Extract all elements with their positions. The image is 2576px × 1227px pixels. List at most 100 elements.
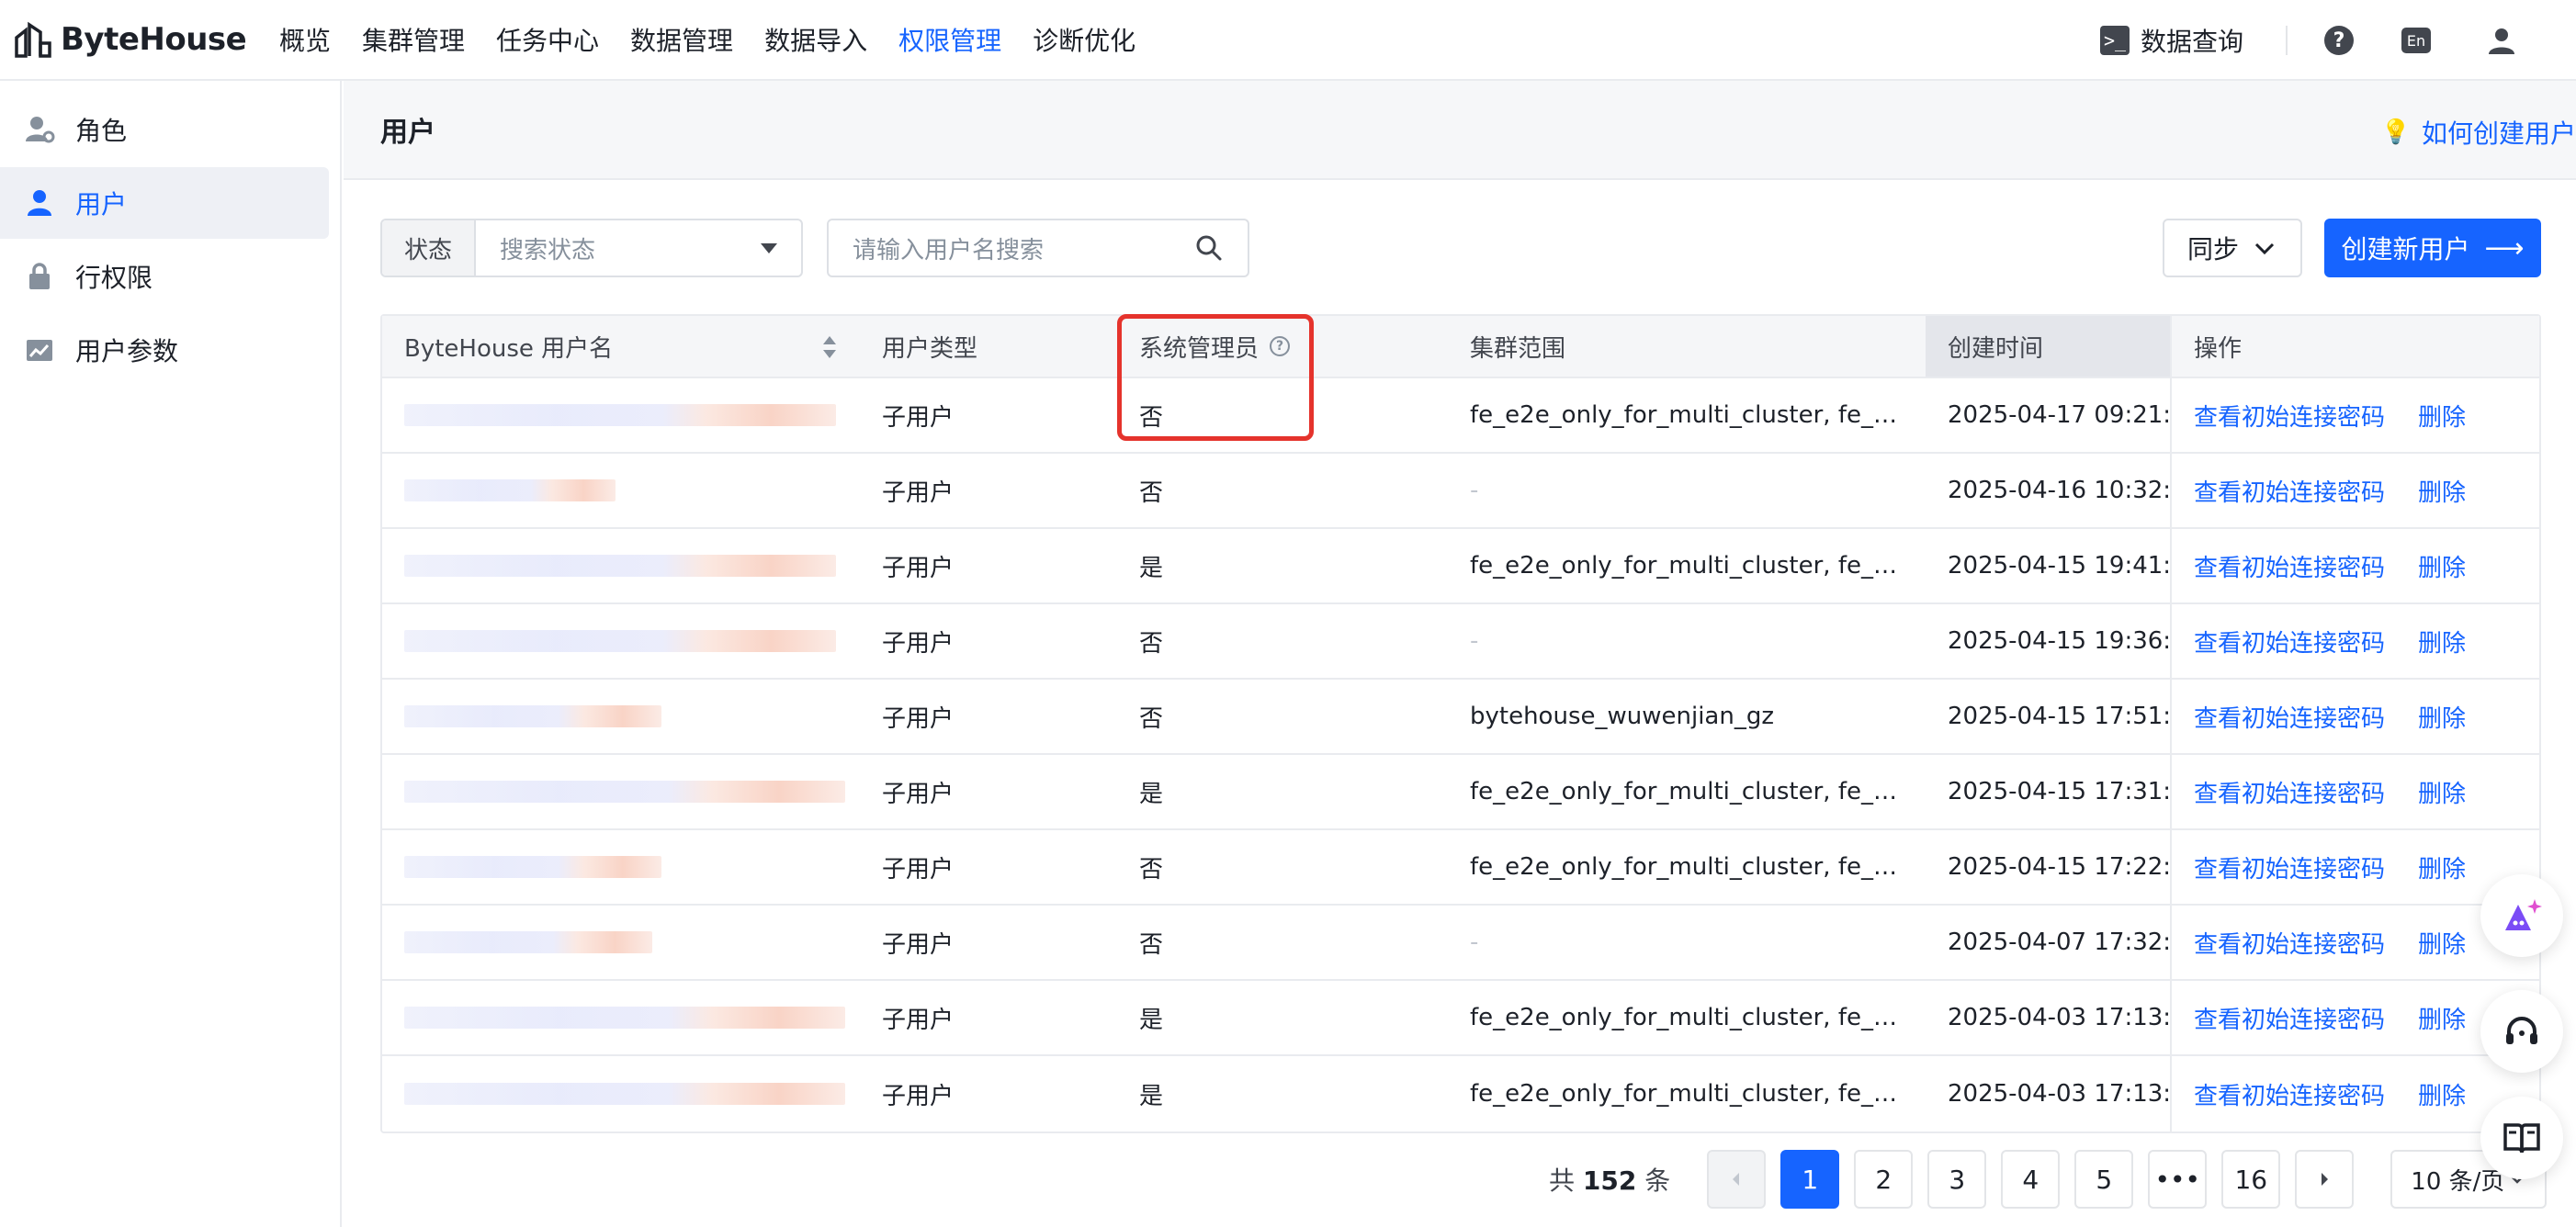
delete-user-link[interactable]: 删除: [2418, 399, 2466, 433]
username-cell[interactable]: [382, 830, 860, 904]
role-icon: [26, 117, 55, 143]
table-row: 子用户 是 fe_e2e_only_for_multi_cluster, fe_e2…: [382, 981, 2539, 1056]
view-initial-password-link[interactable]: 查看初始连接密码: [2194, 850, 2385, 884]
search-icon[interactable]: [1194, 233, 1224, 263]
created-time-cell: 2025-04-03 17:13:13: [1948, 1080, 2170, 1108]
delete-user-link[interactable]: 删除: [2418, 625, 2466, 659]
table-row: 子用户 否 bytehouse_wuwenjian_gz 2025-04-15 17:…: [382, 680, 2539, 755]
how-to-create-user-link[interactable]: 💡 如何创建用户: [2381, 114, 2576, 151]
create-user-label: 创建新用户: [2341, 234, 2470, 265]
nav-item[interactable]: 诊断优化: [1033, 21, 1135, 58]
sidebar-item-label: 用户: [75, 189, 128, 220]
sidebar-item-user-params[interactable]: 用户参数: [0, 314, 329, 386]
delete-user-link[interactable]: 删除: [2418, 926, 2466, 960]
page-button[interactable]: 2: [1854, 1150, 1914, 1209]
account-icon[interactable]: [2486, 25, 2517, 56]
page-size-label: 10 条/页: [2411, 1167, 2505, 1196]
username-cell[interactable]: [382, 604, 860, 678]
page-button[interactable]: 16: [2221, 1150, 2281, 1209]
system-admin-cell: 否: [1139, 629, 1164, 658]
username-cell[interactable]: [382, 529, 860, 602]
ai-assistant-button[interactable]: [2480, 874, 2563, 957]
page-button[interactable]: 4: [2001, 1150, 2061, 1209]
username-cell[interactable]: [382, 680, 860, 753]
nav-item[interactable]: 集群管理: [362, 21, 465, 58]
created-time-cell: 2025-04-03 17:13:17: [1948, 1004, 2170, 1031]
create-user-button[interactable]: 创建新用户 ⟶: [2324, 219, 2541, 277]
page-button[interactable]: 1: [1780, 1150, 1840, 1209]
username-cell[interactable]: [382, 378, 860, 452]
view-initial-password-link[interactable]: 查看初始连接密码: [2194, 549, 2385, 583]
view-initial-password-link[interactable]: 查看初始连接密码: [2194, 700, 2385, 734]
delete-user-link[interactable]: 删除: [2418, 850, 2466, 884]
page-button[interactable]: 5: [2074, 1150, 2134, 1209]
username-search-input[interactable]: 请输入用户名搜索: [827, 219, 1249, 277]
question-circle-icon[interactable]: ?: [1270, 336, 1291, 356]
sync-dropdown-button[interactable]: 同步: [2163, 219, 2302, 277]
view-initial-password-link[interactable]: 查看初始连接密码: [2194, 1001, 2385, 1035]
nav-item[interactable]: 数据导入: [764, 21, 867, 58]
column-header-created-time[interactable]: 创建时间: [1926, 316, 2170, 377]
customer-support-button[interactable]: [2480, 990, 2563, 1073]
sidebar: 角色 用户 行权限 用户参数: [0, 81, 342, 1227]
delete-user-link[interactable]: 删除: [2418, 1077, 2466, 1111]
app-logo[interactable]: ByteHouse: [13, 19, 279, 60]
delete-user-link[interactable]: 删除: [2418, 700, 2466, 734]
sort-icon[interactable]: [821, 332, 838, 362]
next-page-button[interactable]: [2295, 1150, 2355, 1209]
delete-user-link[interactable]: 删除: [2418, 775, 2466, 809]
system-admin-cell: 是: [1139, 554, 1164, 582]
nav-item[interactable]: 权限管理: [898, 21, 1001, 58]
nav-item[interactable]: 概览: [279, 21, 331, 58]
chevron-left-icon: [1733, 1173, 1740, 1186]
delete-user-link[interactable]: 删除: [2418, 1001, 2466, 1035]
language-switch-icon[interactable]: En: [2401, 28, 2431, 53]
username-cell[interactable]: [382, 981, 860, 1054]
cluster-scope-text: -: [1470, 627, 1479, 655]
page-ellipsis[interactable]: •••: [2148, 1150, 2208, 1209]
prev-page-button[interactable]: [1707, 1150, 1767, 1209]
created-time-cell: 2025-04-15 17:31:52: [1948, 778, 2170, 805]
view-initial-password-link[interactable]: 查看初始连接密码: [2194, 926, 2385, 960]
username-cell[interactable]: [382, 1056, 860, 1131]
cluster-scope-cell: fe_e2e_only_for_multi_cluster, fe_e2e_c.…: [1448, 378, 1926, 452]
top-navigation-bar: ByteHouse 概览 集群管理 任务中心 数据管理 数据导入 权限管理 诊断优化 >_ …: [0, 0, 2576, 81]
cluster-scope-text: fe_e2e_only_for_multi_cluster, fe_e2e_c.…: [1470, 1080, 1902, 1108]
redacted-username: [404, 555, 836, 577]
username-cell[interactable]: [382, 454, 860, 527]
page-title: 用户: [380, 117, 435, 149]
sidebar-item-users[interactable]: 用户: [0, 167, 329, 239]
nav-item[interactable]: 任务中心: [496, 21, 599, 58]
user-type-cell: 子用户: [882, 1006, 955, 1034]
redacted-username: [404, 630, 836, 652]
user-type-cell: 子用户: [882, 629, 955, 658]
cluster-scope-text: fe_e2e_only_for_multi_cluster, fe_e2e_c.…: [1470, 1004, 1902, 1031]
view-initial-password-link[interactable]: 查看初始连接密码: [2194, 474, 2385, 508]
help-icon[interactable]: ?: [2324, 26, 2354, 55]
view-initial-password-link[interactable]: 查看初始连接密码: [2194, 625, 2385, 659]
username-cell[interactable]: [382, 755, 860, 828]
created-time-cell: 2025-04-15 17:51:47: [1948, 703, 2170, 730]
user-type-cell: 子用户: [882, 780, 955, 808]
actions-cell: 查看初始连接密码 删除: [2170, 378, 2539, 452]
total-suffix: 条: [1644, 1165, 1671, 1196]
view-initial-password-link[interactable]: 查看初始连接密码: [2194, 1077, 2385, 1111]
nav-item[interactable]: 数据管理: [630, 21, 733, 58]
view-initial-password-link[interactable]: 查看初始连接密码: [2194, 775, 2385, 809]
status-select[interactable]: 搜索状态: [476, 220, 801, 276]
username-cell[interactable]: [382, 906, 860, 979]
cluster-scope-cell: fe_e2e_only_for_multi_cluster, fe_e2e_c.…: [1448, 1056, 1926, 1131]
sidebar-item-roles[interactable]: 角色: [0, 94, 329, 165]
delete-user-link[interactable]: 删除: [2418, 474, 2466, 508]
cluster-scope-text: bytehouse_wuwenjian_gz: [1470, 703, 1774, 730]
data-query-button[interactable]: >_ 数据查询: [2099, 22, 2243, 59]
column-header-user-type: 用户类型: [860, 316, 1117, 377]
column-header-username[interactable]: ByteHouse 用户名: [382, 316, 860, 377]
status-filter[interactable]: 状态 搜索状态: [380, 219, 803, 277]
table-row: 子用户 否 fe_e2e_only_for_multi_cluster, fe_e2…: [382, 830, 2539, 906]
docs-button[interactable]: [2480, 1097, 2563, 1179]
view-initial-password-link[interactable]: 查看初始连接密码: [2194, 399, 2385, 433]
page-button[interactable]: 3: [1927, 1150, 1987, 1209]
sidebar-item-row-permissions[interactable]: 行权限: [0, 241, 329, 312]
delete-user-link[interactable]: 删除: [2418, 549, 2466, 583]
